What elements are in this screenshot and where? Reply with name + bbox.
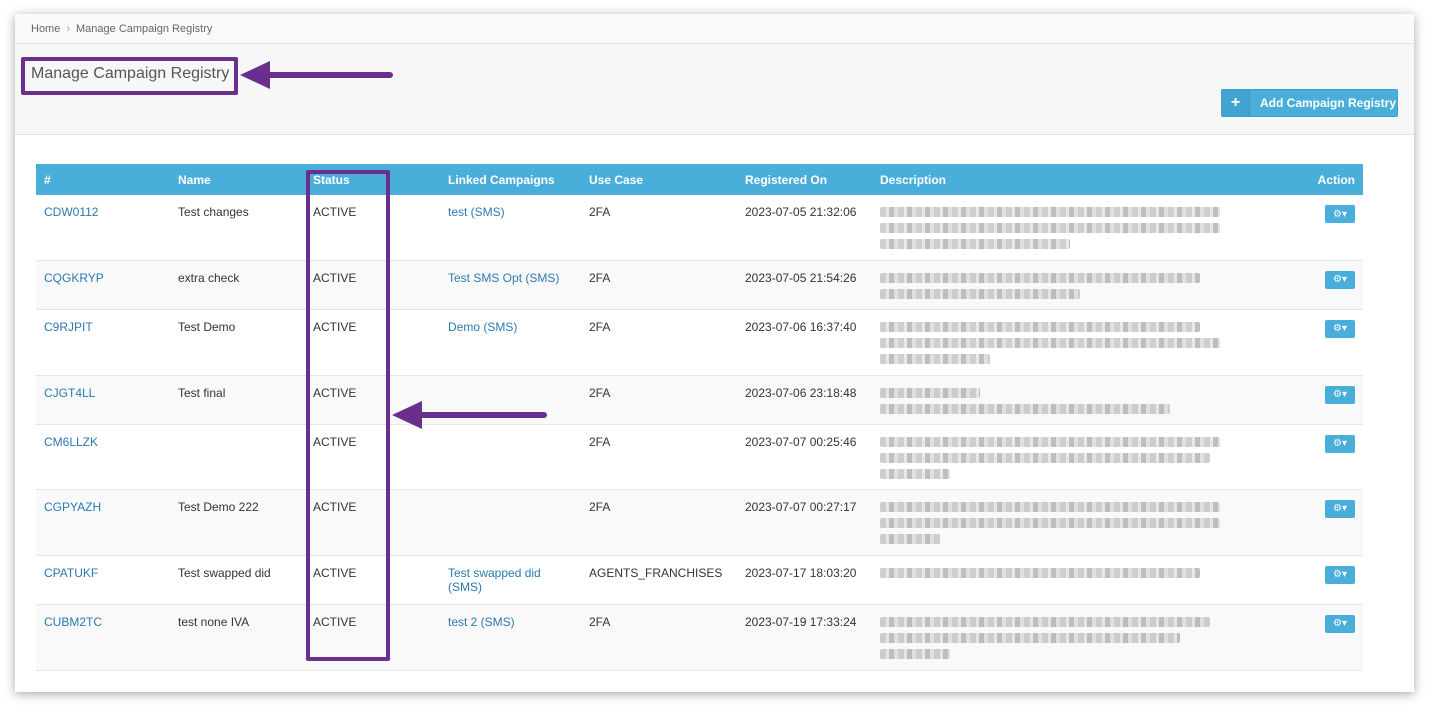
linked-campaign-link[interactable]: test 2 (SMS) <box>448 615 515 629</box>
column-header-linked-campaigns: Linked Campaigns <box>440 164 581 195</box>
campaign-status: ACTIVE <box>305 260 440 310</box>
campaign-id-link[interactable]: CUBM2TC <box>44 615 102 629</box>
column-header-registered-on: Registered On <box>737 164 872 195</box>
column-header-name: Name <box>170 164 305 195</box>
gear-dropdown-icon[interactable]: ⚙▾ <box>1325 385 1355 404</box>
campaign-id-link[interactable]: CPATUKF <box>44 566 98 580</box>
breadcrumb-home[interactable]: Home <box>31 23 60 35</box>
table-row: CM6LLZK ACTIVE 2FA 2023-07-07 00:25:46 ⚙… <box>36 424 1363 490</box>
table-row: C9RJPIT Test Demo ACTIVE Demo (SMS) 2FA … <box>36 309 1363 376</box>
table-row: CGPYAZH Test Demo 222 ACTIVE 2FA 2023-07… <box>36 489 1363 556</box>
breadcrumb-separator-icon: › <box>66 23 71 35</box>
campaign-use-case: 2FA <box>581 260 737 310</box>
campaign-name: Test changes <box>170 195 305 261</box>
campaign-status: ACTIVE <box>305 309 440 376</box>
campaign-use-case: 2FA <box>581 604 737 671</box>
campaign-name <box>170 424 305 490</box>
campaign-id-link[interactable]: CQGKRYP <box>44 271 104 285</box>
linked-campaign-link[interactable]: test (SMS) <box>448 205 505 219</box>
campaign-registered-on: 2023-07-06 23:18:48 <box>737 375 872 425</box>
campaign-description-redacted <box>872 195 1256 261</box>
campaign-registered-on: 2023-07-05 21:32:06 <box>737 195 872 261</box>
plus-icon: + <box>1222 90 1250 116</box>
campaign-name: extra check <box>170 260 305 310</box>
campaign-name: Test Demo 222 <box>170 489 305 556</box>
column-header-status: Status <box>305 164 440 195</box>
breadcrumb-current: Manage Campaign Registry <box>76 23 213 35</box>
gear-dropdown-icon[interactable]: ⚙▾ <box>1325 614 1355 633</box>
table-row: CUBM2TC test none IVA ACTIVE test 2 (SMS… <box>36 604 1363 671</box>
campaign-id-link[interactable]: CDW0112 <box>44 205 98 219</box>
column-header-description: Description <box>872 164 1256 195</box>
add-campaign-registry-label: Add Campaign Registry <box>1260 96 1397 110</box>
campaign-description-redacted <box>872 375 1256 425</box>
campaign-status: ACTIVE <box>305 195 440 261</box>
campaign-id-link[interactable]: CM6LLZK <box>44 435 98 449</box>
campaign-name: Test Demo <box>170 309 305 376</box>
campaign-description-redacted <box>872 424 1256 490</box>
campaign-registry-table: # Name Status Linked Campaigns Use Case … <box>36 164 1363 671</box>
campaign-id-link[interactable]: CJGT4LL <box>44 386 95 400</box>
campaign-registry-table-wrap: # Name Status Linked Campaigns Use Case … <box>36 164 1363 671</box>
campaign-name: Test final <box>170 375 305 425</box>
campaign-registered-on: 2023-07-17 18:03:20 <box>737 555 872 605</box>
column-header-action: Action <box>1256 164 1363 195</box>
campaign-description-redacted <box>872 309 1256 376</box>
campaign-status: ACTIVE <box>305 375 440 425</box>
campaign-status: ACTIVE <box>305 489 440 556</box>
campaign-use-case: 2FA <box>581 424 737 490</box>
campaign-registered-on: 2023-07-07 00:27:17 <box>737 489 872 556</box>
campaign-use-case: 2FA <box>581 375 737 425</box>
gear-dropdown-icon[interactable]: ⚙▾ <box>1325 319 1355 338</box>
campaign-use-case: 2FA <box>581 489 737 556</box>
table-row: CPATUKF Test swapped did ACTIVE Test swa… <box>36 555 1363 605</box>
linked-campaign-link[interactable]: Test swapped did (SMS) <box>448 566 541 594</box>
table-row: CDW0112 Test changes ACTIVE test (SMS) 2… <box>36 195 1363 261</box>
column-header-number: # <box>36 164 170 195</box>
campaign-status: ACTIVE <box>305 604 440 671</box>
campaign-name: Test swapped did <box>170 555 305 605</box>
campaign-status: ACTIVE <box>305 424 440 490</box>
gear-dropdown-icon[interactable]: ⚙▾ <box>1325 434 1355 453</box>
campaign-registered-on: 2023-07-06 16:37:40 <box>737 309 872 376</box>
campaign-description-redacted <box>872 489 1256 556</box>
gear-dropdown-icon[interactable]: ⚙▾ <box>1325 270 1355 289</box>
campaign-description-redacted <box>872 604 1256 671</box>
gear-dropdown-icon[interactable]: ⚙▾ <box>1325 499 1355 518</box>
campaign-description-redacted <box>872 260 1256 310</box>
breadcrumb: Home › Manage Campaign Registry <box>15 14 1414 44</box>
table-row: CJGT4LL Test final ACTIVE 2FA 2023-07-06… <box>36 375 1363 425</box>
campaign-status: ACTIVE <box>305 555 440 605</box>
column-header-use-case: Use Case <box>581 164 737 195</box>
linked-campaign-link[interactable]: Test SMS Opt (SMS) <box>448 271 559 285</box>
page-title: Manage Campaign Registry <box>31 65 230 82</box>
campaign-description-redacted <box>872 555 1256 605</box>
campaign-use-case: 2FA <box>581 195 737 261</box>
add-campaign-registry-button[interactable]: + Add Campaign Registry <box>1221 89 1398 117</box>
campaign-use-case: AGENTS_FRANCHISES <box>581 555 737 605</box>
page-header: Manage Campaign Registry + Add Campaign … <box>15 44 1414 135</box>
linked-campaign-link[interactable]: Demo (SMS) <box>448 320 517 334</box>
campaign-use-case: 2FA <box>581 309 737 376</box>
campaign-id-link[interactable]: CGPYAZH <box>44 500 101 514</box>
campaign-id-link[interactable]: C9RJPIT <box>44 320 93 334</box>
table-header-row: # Name Status Linked Campaigns Use Case … <box>36 164 1363 195</box>
campaign-registered-on: 2023-07-07 00:25:46 <box>737 424 872 490</box>
campaign-registered-on: 2023-07-19 17:33:24 <box>737 604 872 671</box>
campaign-registered-on: 2023-07-05 21:54:26 <box>737 260 872 310</box>
gear-dropdown-icon[interactable]: ⚙▾ <box>1325 205 1355 223</box>
table-row: CQGKRYP extra check ACTIVE Test SMS Opt … <box>36 260 1363 310</box>
gear-dropdown-icon[interactable]: ⚙▾ <box>1325 565 1355 584</box>
campaign-name: test none IVA <box>170 604 305 671</box>
